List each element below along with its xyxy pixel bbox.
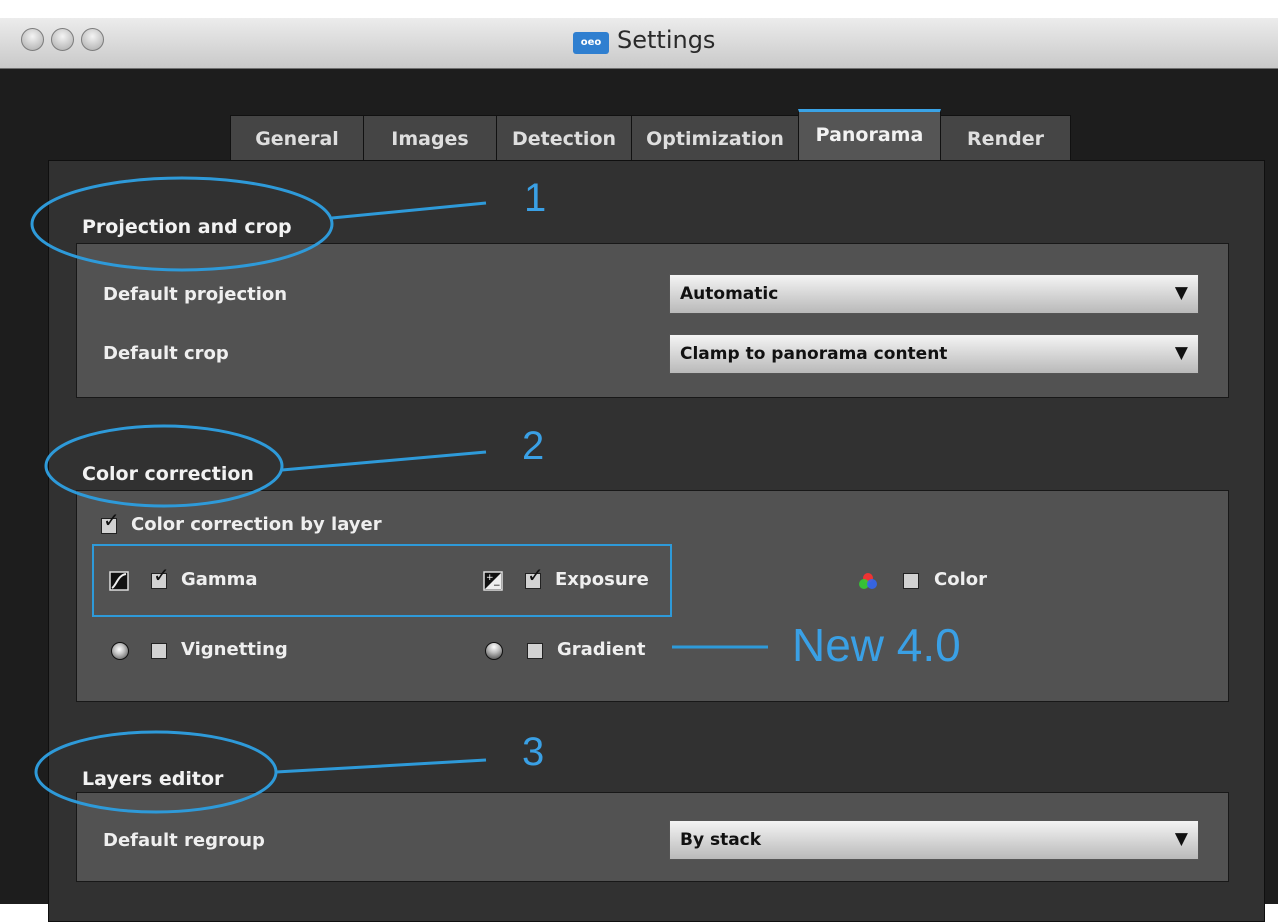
dropdown-arrow-icon: ▼ [1174, 343, 1188, 363]
tab-panorama[interactable]: Panorama [798, 109, 941, 161]
dropdown-arrow-icon: ▼ [1174, 829, 1188, 849]
app-icon: oeo [573, 32, 609, 54]
color-correction-by-layer-label: Color correction by layer [131, 514, 382, 535]
annotation-number-1: 1 [524, 176, 547, 220]
tab-images[interactable]: Images [363, 115, 497, 161]
default-crop-label: Default crop [103, 343, 229, 364]
annotation-number-2: 2 [522, 424, 545, 468]
gradient-label: Gradient [557, 639, 646, 660]
color-label: Color [934, 569, 987, 590]
tab-detection[interactable]: Detection [496, 115, 632, 161]
dropdown-arrow-icon: ▼ [1174, 283, 1188, 303]
tab-general[interactable]: General [230, 115, 364, 161]
color-correction-by-layer-checkbox[interactable]: ✓ [101, 510, 120, 534]
color-correction-section-title: Color correction [82, 463, 254, 485]
vignetting-checkbox[interactable] [151, 643, 167, 659]
default-regroup-label: Default regroup [103, 830, 265, 851]
new-features-highlight-box [92, 544, 672, 617]
gradient-checkbox[interactable] [527, 643, 543, 659]
default-crop-select[interactable]: Clamp to panorama content ▼ [669, 334, 1199, 374]
layers-editor-group: Default regroup By stack ▼ [76, 792, 1229, 882]
rgb-color-icon [857, 571, 877, 591]
default-projection-select[interactable]: Automatic ▼ [669, 274, 1199, 314]
window-title: Settings [617, 26, 716, 54]
vignetting-sphere-icon [111, 642, 129, 660]
annotation-new-version: New 4.0 [792, 619, 961, 671]
tab-optimization[interactable]: Optimization [631, 115, 799, 161]
gradient-sphere-icon [485, 642, 503, 660]
layers-editor-section-title: Layers editor [82, 768, 224, 790]
default-projection-label: Default projection [103, 284, 288, 305]
default-crop-value: Clamp to panorama content [680, 344, 948, 364]
checkmark-icon: ✓ [103, 508, 120, 532]
close-window-button[interactable] [21, 28, 44, 51]
minimize-window-button[interactable] [51, 28, 74, 51]
vignetting-label: Vignetting [181, 639, 288, 660]
window-title-bar: oeo Settings [0, 18, 1278, 69]
zoom-window-button[interactable] [81, 28, 104, 51]
projection-section-title: Projection and crop [82, 216, 292, 238]
default-projection-value: Automatic [680, 284, 779, 304]
projection-group: Default projection Automatic ▼ Default c… [76, 243, 1229, 398]
tab-render[interactable]: Render [940, 115, 1071, 161]
annotation-number-3: 3 [522, 730, 545, 774]
default-regroup-select[interactable]: By stack ▼ [669, 820, 1199, 860]
color-checkbox[interactable] [903, 573, 919, 589]
default-regroup-value: By stack [680, 830, 762, 850]
